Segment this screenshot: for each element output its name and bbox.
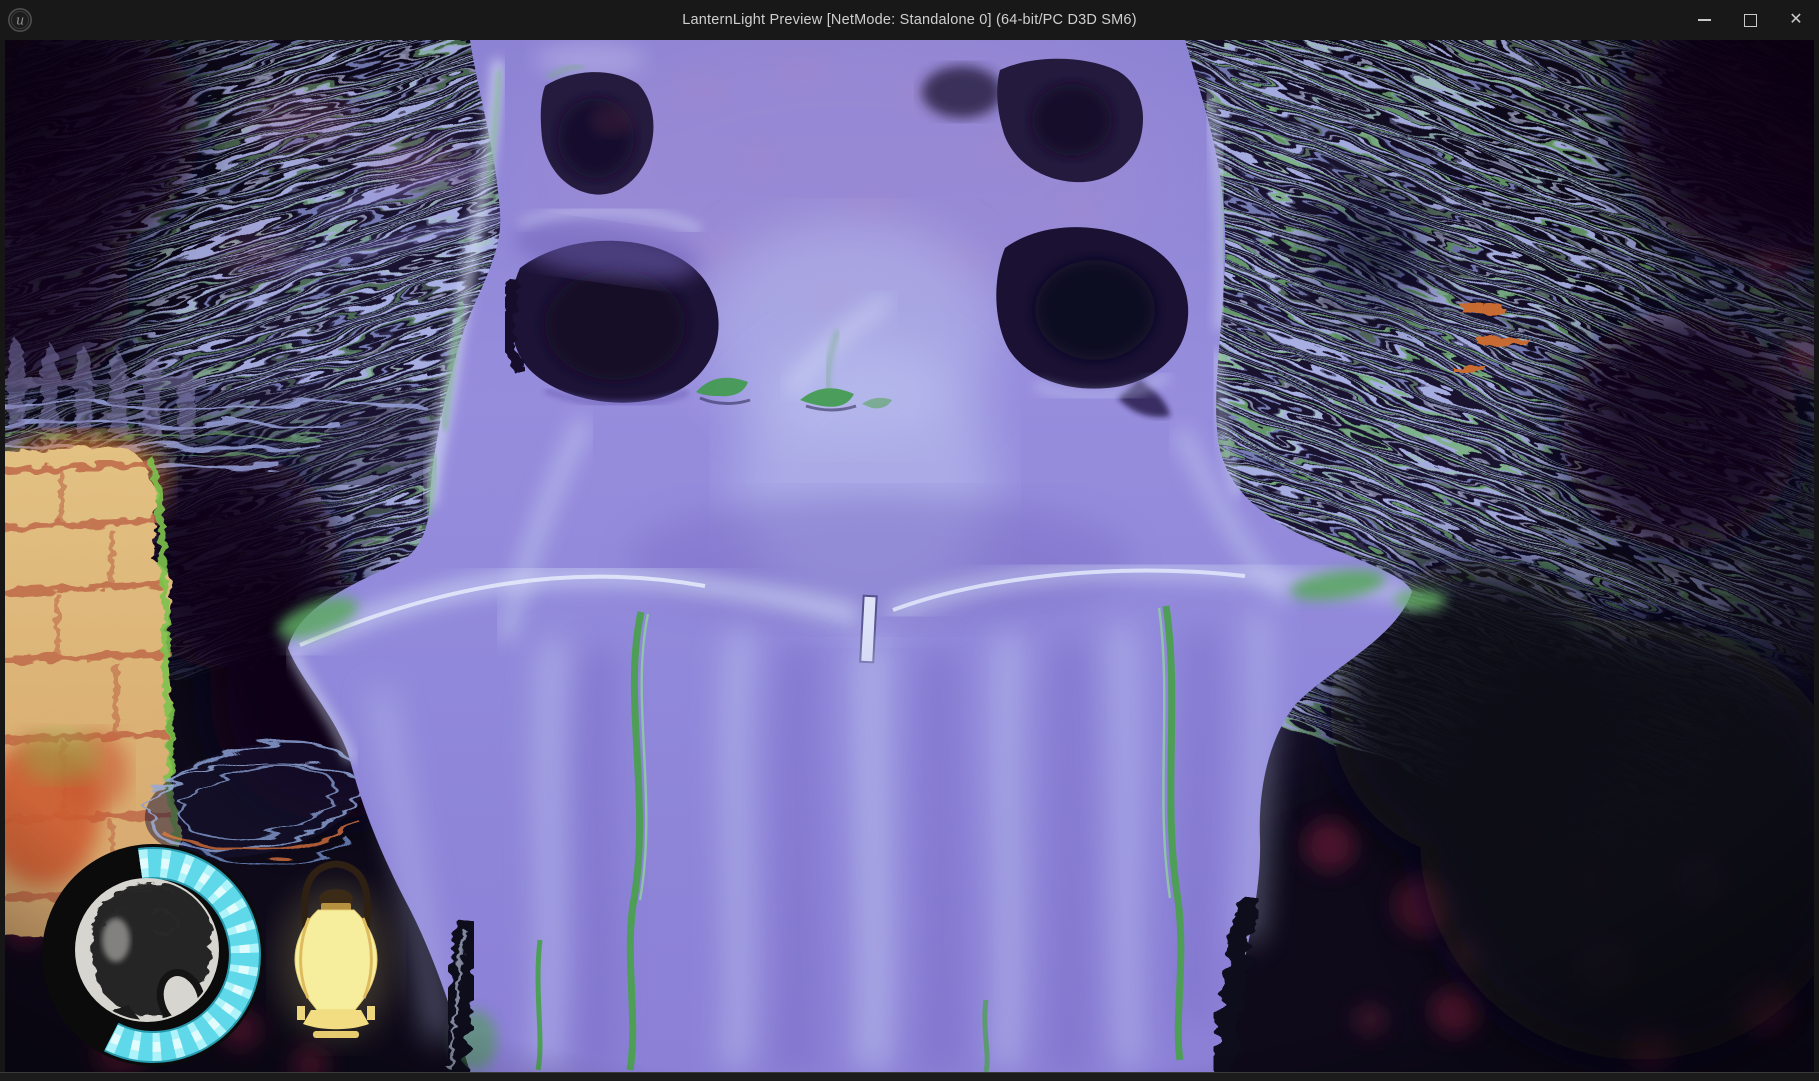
title-bar: u LanternLight Preview [NetMode: Standal… [0, 0, 1819, 41]
vignette [0, 40, 1819, 1072]
window-title: LanternLight Preview [NetMode: Standalon… [0, 12, 1819, 28]
close-icon: ✕ [1789, 12, 1802, 28]
minimize-icon [1698, 19, 1711, 21]
window-controls: ✕ [1681, 0, 1819, 40]
hud-portrait-widget [42, 844, 264, 1066]
svg-text:u: u [16, 14, 24, 29]
window-frame-left [0, 40, 5, 1072]
maximize-button[interactable] [1727, 0, 1773, 40]
minimize-button[interactable] [1681, 0, 1727, 40]
unreal-engine-logo-icon: u [0, 0, 40, 40]
close-button[interactable]: ✕ [1773, 0, 1819, 40]
app-window: u LanternLight Preview [NetMode: Standal… [0, 0, 1819, 1080]
window-frame-right [1814, 40, 1819, 1072]
game-viewport[interactable] [0, 40, 1819, 1072]
maximize-icon [1744, 14, 1757, 27]
